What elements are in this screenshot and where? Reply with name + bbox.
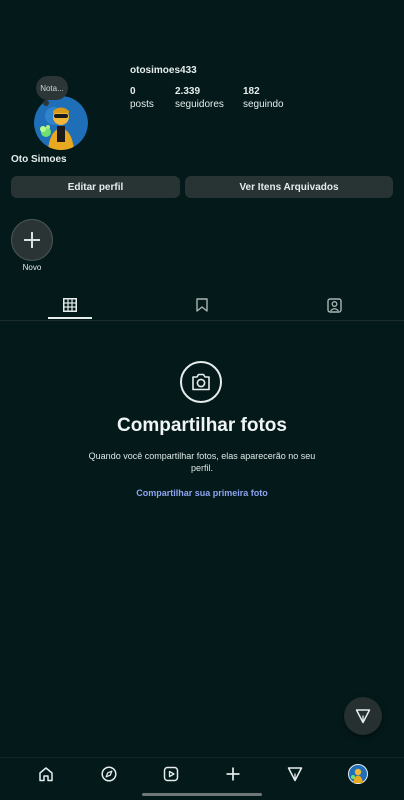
share-first-photo-link[interactable]: Compartilhar sua primeira foto [0,488,404,498]
new-highlight-button[interactable] [11,219,53,261]
stat-following-value: 182 [243,86,260,97]
plus-icon [24,232,40,248]
stat-following[interactable]: 182 seguindo [243,85,284,111]
nav-create[interactable] [221,763,245,785]
nav-explore[interactable] [97,763,121,785]
new-highlight-label: Novo [22,263,42,272]
stat-posts-value: 0 [130,86,136,97]
create-icon [226,767,240,781]
grid-icon [63,298,77,312]
tabs-divider [0,320,404,321]
gesture-home-indicator[interactable] [142,793,262,796]
tagged-person-icon [326,297,342,313]
nav-direct[interactable] [283,763,307,785]
note-bubble-tail [43,100,49,106]
profile-display-name: Oto Simoes [11,154,67,165]
tab-grid[interactable] [48,294,92,316]
direct-icon [287,767,303,782]
tab-tagged[interactable] [312,294,356,316]
stat-followers-label: seguidores [175,99,224,110]
explore-icon [101,766,117,782]
profile-avatar-icon [348,764,368,784]
stat-posts-label: posts [130,99,154,110]
nav-home[interactable] [34,763,58,785]
home-icon [39,767,53,782]
bottom-navigation [0,757,404,791]
direct-fab-button[interactable] [344,697,382,735]
edit-profile-button[interactable]: Editar perfil [11,176,180,198]
stat-following-label: seguindo [243,99,284,110]
bookmark-icon [196,298,208,312]
selected-tab-indicator [48,317,92,319]
empty-state-description: Quando você compartilhar fotos, elas apa… [88,451,316,473]
stat-posts[interactable]: 0 posts [130,85,154,111]
archived-items-button[interactable]: Ver Itens Arquivados [185,176,393,198]
tab-saved[interactable] [180,294,224,316]
profile-avatar[interactable] [34,96,88,150]
share-photos-camera-button[interactable] [180,361,222,403]
profile-username: otosimoes433 [130,65,197,76]
camera-icon [192,373,210,391]
send-filter-icon [355,709,371,724]
stat-followers-value: 2.339 [175,86,201,97]
nav-reels[interactable] [159,763,183,785]
profile-note-bubble[interactable]: Nota... [36,76,68,100]
stat-followers[interactable]: 2.339 seguidores [175,85,224,111]
nav-profile[interactable] [346,763,370,785]
empty-state-title: Compartilhar fotos [117,415,287,436]
reels-icon [163,766,179,782]
